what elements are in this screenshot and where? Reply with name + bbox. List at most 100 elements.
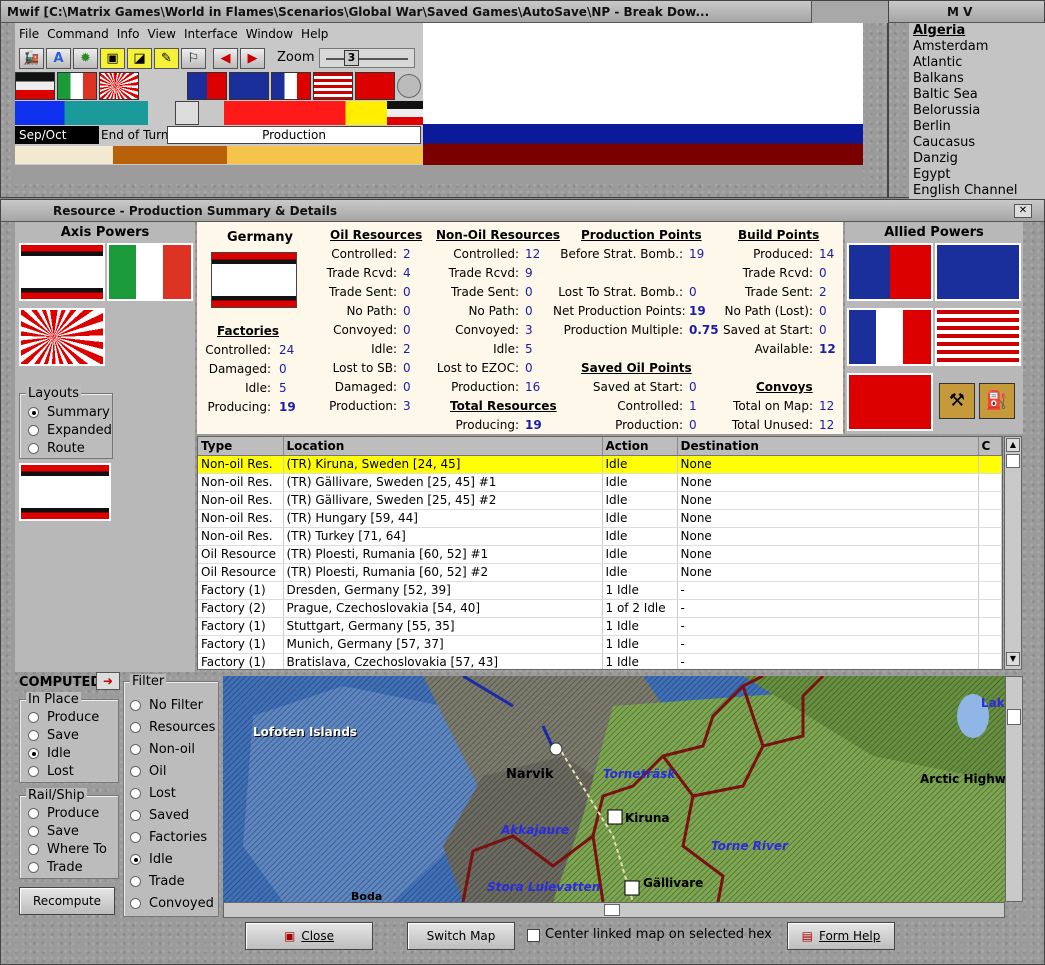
arrow-right-icon[interactable]: ▶ bbox=[240, 48, 265, 69]
menu-help[interactable]: Help bbox=[301, 27, 328, 41]
map-hscroll-thumb[interactable] bbox=[604, 904, 620, 916]
pencil-icon[interactable]: ✎ bbox=[154, 48, 179, 69]
leader-icon[interactable] bbox=[175, 101, 199, 125]
table-row[interactable]: Non-oil Res. (TR) Gällivare, Sweden [25, … bbox=[198, 491, 1002, 510]
mv-item[interactable]: Belorussia bbox=[913, 103, 1045, 119]
mv-item-algeria[interactable]: Algeria bbox=[913, 23, 1045, 39]
main-window-title[interactable]: Mwif [C:\Matrix Games\World in Flames\Sc… bbox=[1, 1, 811, 23]
table-scrollbar[interactable]: ▲ ▼ bbox=[1004, 436, 1022, 670]
table-row[interactable]: Factory (1) Dresden, Germany [52, 39] 1 Id… bbox=[198, 581, 1002, 600]
zoom-slider[interactable]: 3 bbox=[319, 48, 415, 68]
table-row[interactable]: Factory (2) Prague, Czechoslovakia [54, 4… bbox=[198, 599, 1002, 618]
rail-save-radio[interactable]: Save bbox=[28, 822, 107, 840]
map-view[interactable]: Lofoten Islands Narvik Torneträsk Kiruna… bbox=[223, 676, 1023, 902]
allied-flag-china[interactable] bbox=[847, 243, 933, 301]
table-row[interactable]: Factory (1) Bratislava, Czechoslovakia [5… bbox=[198, 653, 1002, 669]
flag-germany-small[interactable] bbox=[387, 101, 423, 125]
flag-uk[interactable] bbox=[229, 72, 269, 100]
scroll-down-icon[interactable]: ▼ bbox=[1006, 652, 1020, 666]
table-row[interactable]: Non-oil Res. (TR) Gällivare, Sweden [25, … bbox=[198, 473, 1002, 492]
layout-expanded-radio[interactable]: Expanded bbox=[28, 421, 112, 439]
filter-non-oil-radio[interactable]: Non-oil bbox=[130, 738, 215, 760]
col-c[interactable]: C bbox=[978, 437, 1002, 456]
mv-item[interactable]: Baltic Sea bbox=[913, 87, 1045, 103]
map-horizontal-scrollbar[interactable] bbox=[223, 902, 1005, 918]
table-row[interactable]: Oil Resource (TR) Ploesti, Rumania [60, 5… bbox=[198, 545, 1002, 564]
in-place-produce-radio[interactable]: Produce bbox=[28, 708, 99, 726]
axis-flag-italy[interactable] bbox=[107, 243, 193, 301]
table-row[interactable]: Non-oil Res. (TR) Turkey [71, 64] Idle None bbox=[198, 527, 1002, 546]
col-location[interactable]: Location bbox=[283, 437, 603, 456]
train-icon[interactable]: 🚂 bbox=[19, 48, 44, 69]
flag-japan[interactable] bbox=[99, 72, 139, 100]
menu-file[interactable]: File bbox=[19, 27, 39, 41]
map-vertical-scrollbar[interactable] bbox=[1005, 676, 1023, 902]
filter-lost-radio[interactable]: Lost bbox=[130, 782, 215, 804]
map-scroll-thumb[interactable] bbox=[1007, 709, 1021, 725]
mv-item[interactable]: Caucasus bbox=[913, 135, 1045, 151]
in-place-save-radio[interactable]: Save bbox=[28, 726, 99, 744]
mv-window-title[interactable]: M V bbox=[889, 1, 1044, 23]
allied-flag-france[interactable] bbox=[847, 308, 933, 366]
computed-arrow-icon[interactable]: ➜ bbox=[96, 672, 120, 690]
layout-icon[interactable]: ▣ bbox=[100, 48, 125, 69]
table-row[interactable]: Oil Resource (TR) Ploesti, Rumania [60, 5… bbox=[198, 563, 1002, 582]
oil-derrick-icon[interactable]: ⛽ bbox=[979, 383, 1015, 419]
dialog-title[interactable]: Resource - Production Summary & Details bbox=[1, 200, 1044, 222]
arrow-left-icon[interactable]: ◀ bbox=[213, 48, 238, 69]
rail-where-to-radio[interactable]: Where To bbox=[28, 840, 107, 858]
layout-summary-radio[interactable]: Summary bbox=[28, 403, 112, 421]
menu-window[interactable]: Window bbox=[246, 27, 293, 41]
mv-item[interactable]: Amsterdam bbox=[913, 39, 1045, 55]
mv-item[interactable]: Balkans bbox=[913, 71, 1045, 87]
table-row[interactable]: Factory (1) Stuttgart, Germany [55, 35] 1 … bbox=[198, 617, 1002, 636]
filter-factories-radio[interactable]: Factories bbox=[130, 826, 215, 848]
table-row[interactable]: Factory (1) Munich, Germany [57, 37] 1 Idl… bbox=[198, 635, 1002, 654]
filter-no-filter-radio[interactable]: No Filter bbox=[130, 694, 215, 716]
gear-icon[interactable]: ✹ bbox=[73, 48, 98, 69]
rail-produce-radio[interactable]: Produce bbox=[28, 804, 107, 822]
filter-saved-radio[interactable]: Saved bbox=[130, 804, 215, 826]
col-type[interactable]: Type bbox=[198, 437, 284, 456]
axis-flag-germany[interactable] bbox=[19, 243, 105, 301]
filter-oil-radio[interactable]: Oil bbox=[130, 760, 215, 782]
allied-flag-ussr[interactable] bbox=[847, 373, 933, 431]
in-place-idle-radio[interactable]: Idle bbox=[28, 744, 99, 762]
filter-convoyed-radio[interactable]: Convoyed bbox=[130, 892, 215, 914]
factory-icon[interactable]: ⚒ bbox=[939, 383, 975, 419]
selected-country-flag[interactable] bbox=[19, 463, 111, 521]
font-a-icon[interactable]: A bbox=[46, 48, 71, 69]
flag-usa[interactable] bbox=[313, 72, 353, 100]
in-place-lost-radio[interactable]: Lost bbox=[28, 762, 99, 780]
col-destination[interactable]: Destination bbox=[677, 437, 979, 456]
flag-germany[interactable] bbox=[15, 72, 55, 100]
mv-item[interactable]: Egypt bbox=[913, 167, 1045, 183]
layout-route-radio[interactable]: Route bbox=[28, 439, 112, 457]
flag-france[interactable] bbox=[271, 72, 311, 100]
menu-interface[interactable]: Interface bbox=[184, 27, 238, 41]
phase-field[interactable]: Production bbox=[167, 126, 421, 144]
flag-icon[interactable]: ⚐ bbox=[181, 48, 206, 69]
mv-item[interactable]: Atlantic bbox=[913, 55, 1045, 71]
flag-italy[interactable] bbox=[57, 72, 97, 100]
switch-map-button[interactable]: Switch Map bbox=[407, 922, 515, 950]
col-action[interactable]: Action bbox=[602, 437, 678, 456]
center-map-checkbox[interactable] bbox=[527, 929, 540, 942]
mv-item[interactable]: English Channel bbox=[913, 183, 1045, 199]
axis-flag-japan[interactable] bbox=[19, 308, 105, 366]
menu-view[interactable]: View bbox=[148, 27, 176, 41]
mv-item[interactable]: Danzig bbox=[913, 151, 1045, 167]
neutral-icon[interactable] bbox=[397, 74, 421, 98]
scroll-thumb[interactable] bbox=[1006, 454, 1020, 468]
filter-trade-radio[interactable]: Trade bbox=[130, 870, 215, 892]
page-icon[interactable]: ◪ bbox=[127, 48, 152, 69]
form-help-button[interactable]: ▤ Form Help bbox=[787, 922, 895, 950]
zoom-slider-thumb[interactable]: 3 bbox=[344, 50, 359, 66]
menu-info[interactable]: Info bbox=[117, 27, 140, 41]
filter-resources-radio[interactable]: Resources bbox=[130, 716, 215, 738]
menu-command[interactable]: Command bbox=[47, 27, 109, 41]
flag-ussr[interactable] bbox=[355, 72, 395, 100]
table-row[interactable]: Non-oil Res. (TR) Hungary [59, 44] Idle Non… bbox=[198, 509, 1002, 528]
filter-idle-radio[interactable]: Idle bbox=[130, 848, 215, 870]
allied-flag-usa[interactable] bbox=[935, 308, 1021, 366]
